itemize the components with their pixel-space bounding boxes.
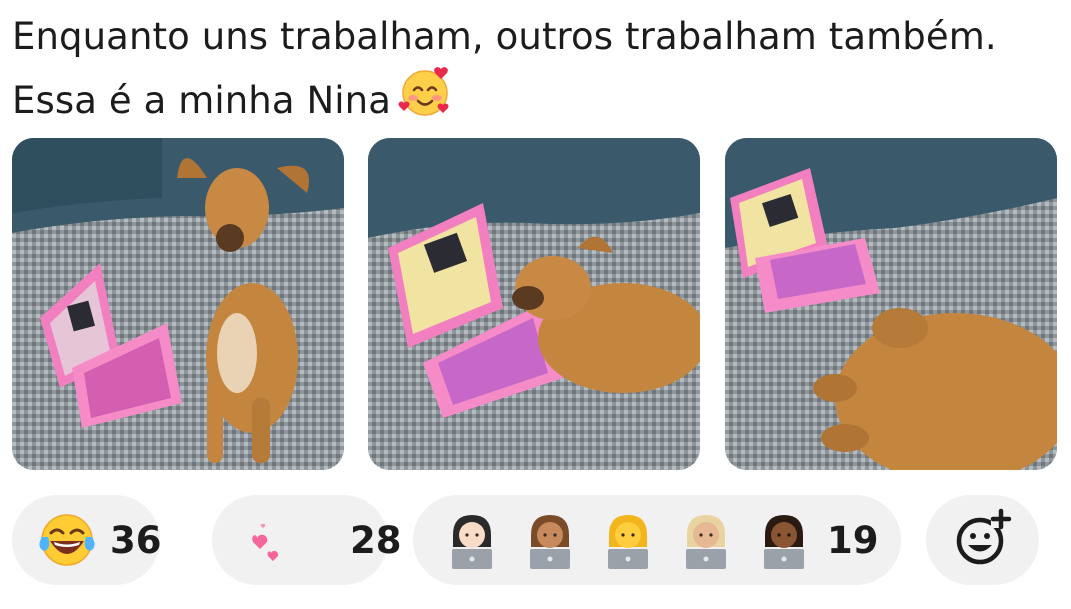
woman-technologist-light-icon: [443, 511, 501, 569]
photo-gallery: [12, 138, 1057, 470]
reaction-two-hearts-count: 28: [350, 518, 402, 562]
photo-2[interactable]: [368, 138, 700, 470]
message-line-2-text: Essa é a minha Nina: [12, 79, 391, 122]
message-line-1: Enquanto uns trabalham, outros trabalham…: [12, 15, 997, 58]
face-with-tears-of-joy-icon: [38, 511, 96, 569]
woman-technologist-icon: [599, 511, 657, 569]
woman-technologist-medium-icon: [521, 511, 579, 569]
add-reaction-icon: [953, 508, 1013, 572]
reaction-two-hearts[interactable]: 28: [212, 495, 402, 585]
reaction-technologists-count: 19: [827, 518, 879, 562]
photo-1[interactable]: [12, 138, 344, 470]
smiling-face-with-hearts-icon: [397, 63, 453, 133]
reaction-joy-count: 36: [110, 518, 162, 562]
reaction-technologists[interactable]: 19: [413, 495, 901, 585]
add-reaction-button[interactable]: [926, 495, 1039, 585]
woman-technologist-dark-icon: [755, 511, 813, 569]
photo-3[interactable]: [725, 138, 1057, 470]
two-hearts-icon: [248, 511, 306, 569]
woman-technologist-medium-light-icon: [677, 511, 735, 569]
message: Enquanto uns trabalham, outros trabalham…: [0, 0, 1071, 609]
message-line-2: Essa é a minha Nina: [12, 63, 1052, 133]
message-text: Enquanto uns trabalham, outros trabalham…: [12, 10, 1052, 133]
reactions-bar: 36 28 19: [12, 495, 1052, 585]
reaction-joy[interactable]: 36: [12, 495, 162, 585]
